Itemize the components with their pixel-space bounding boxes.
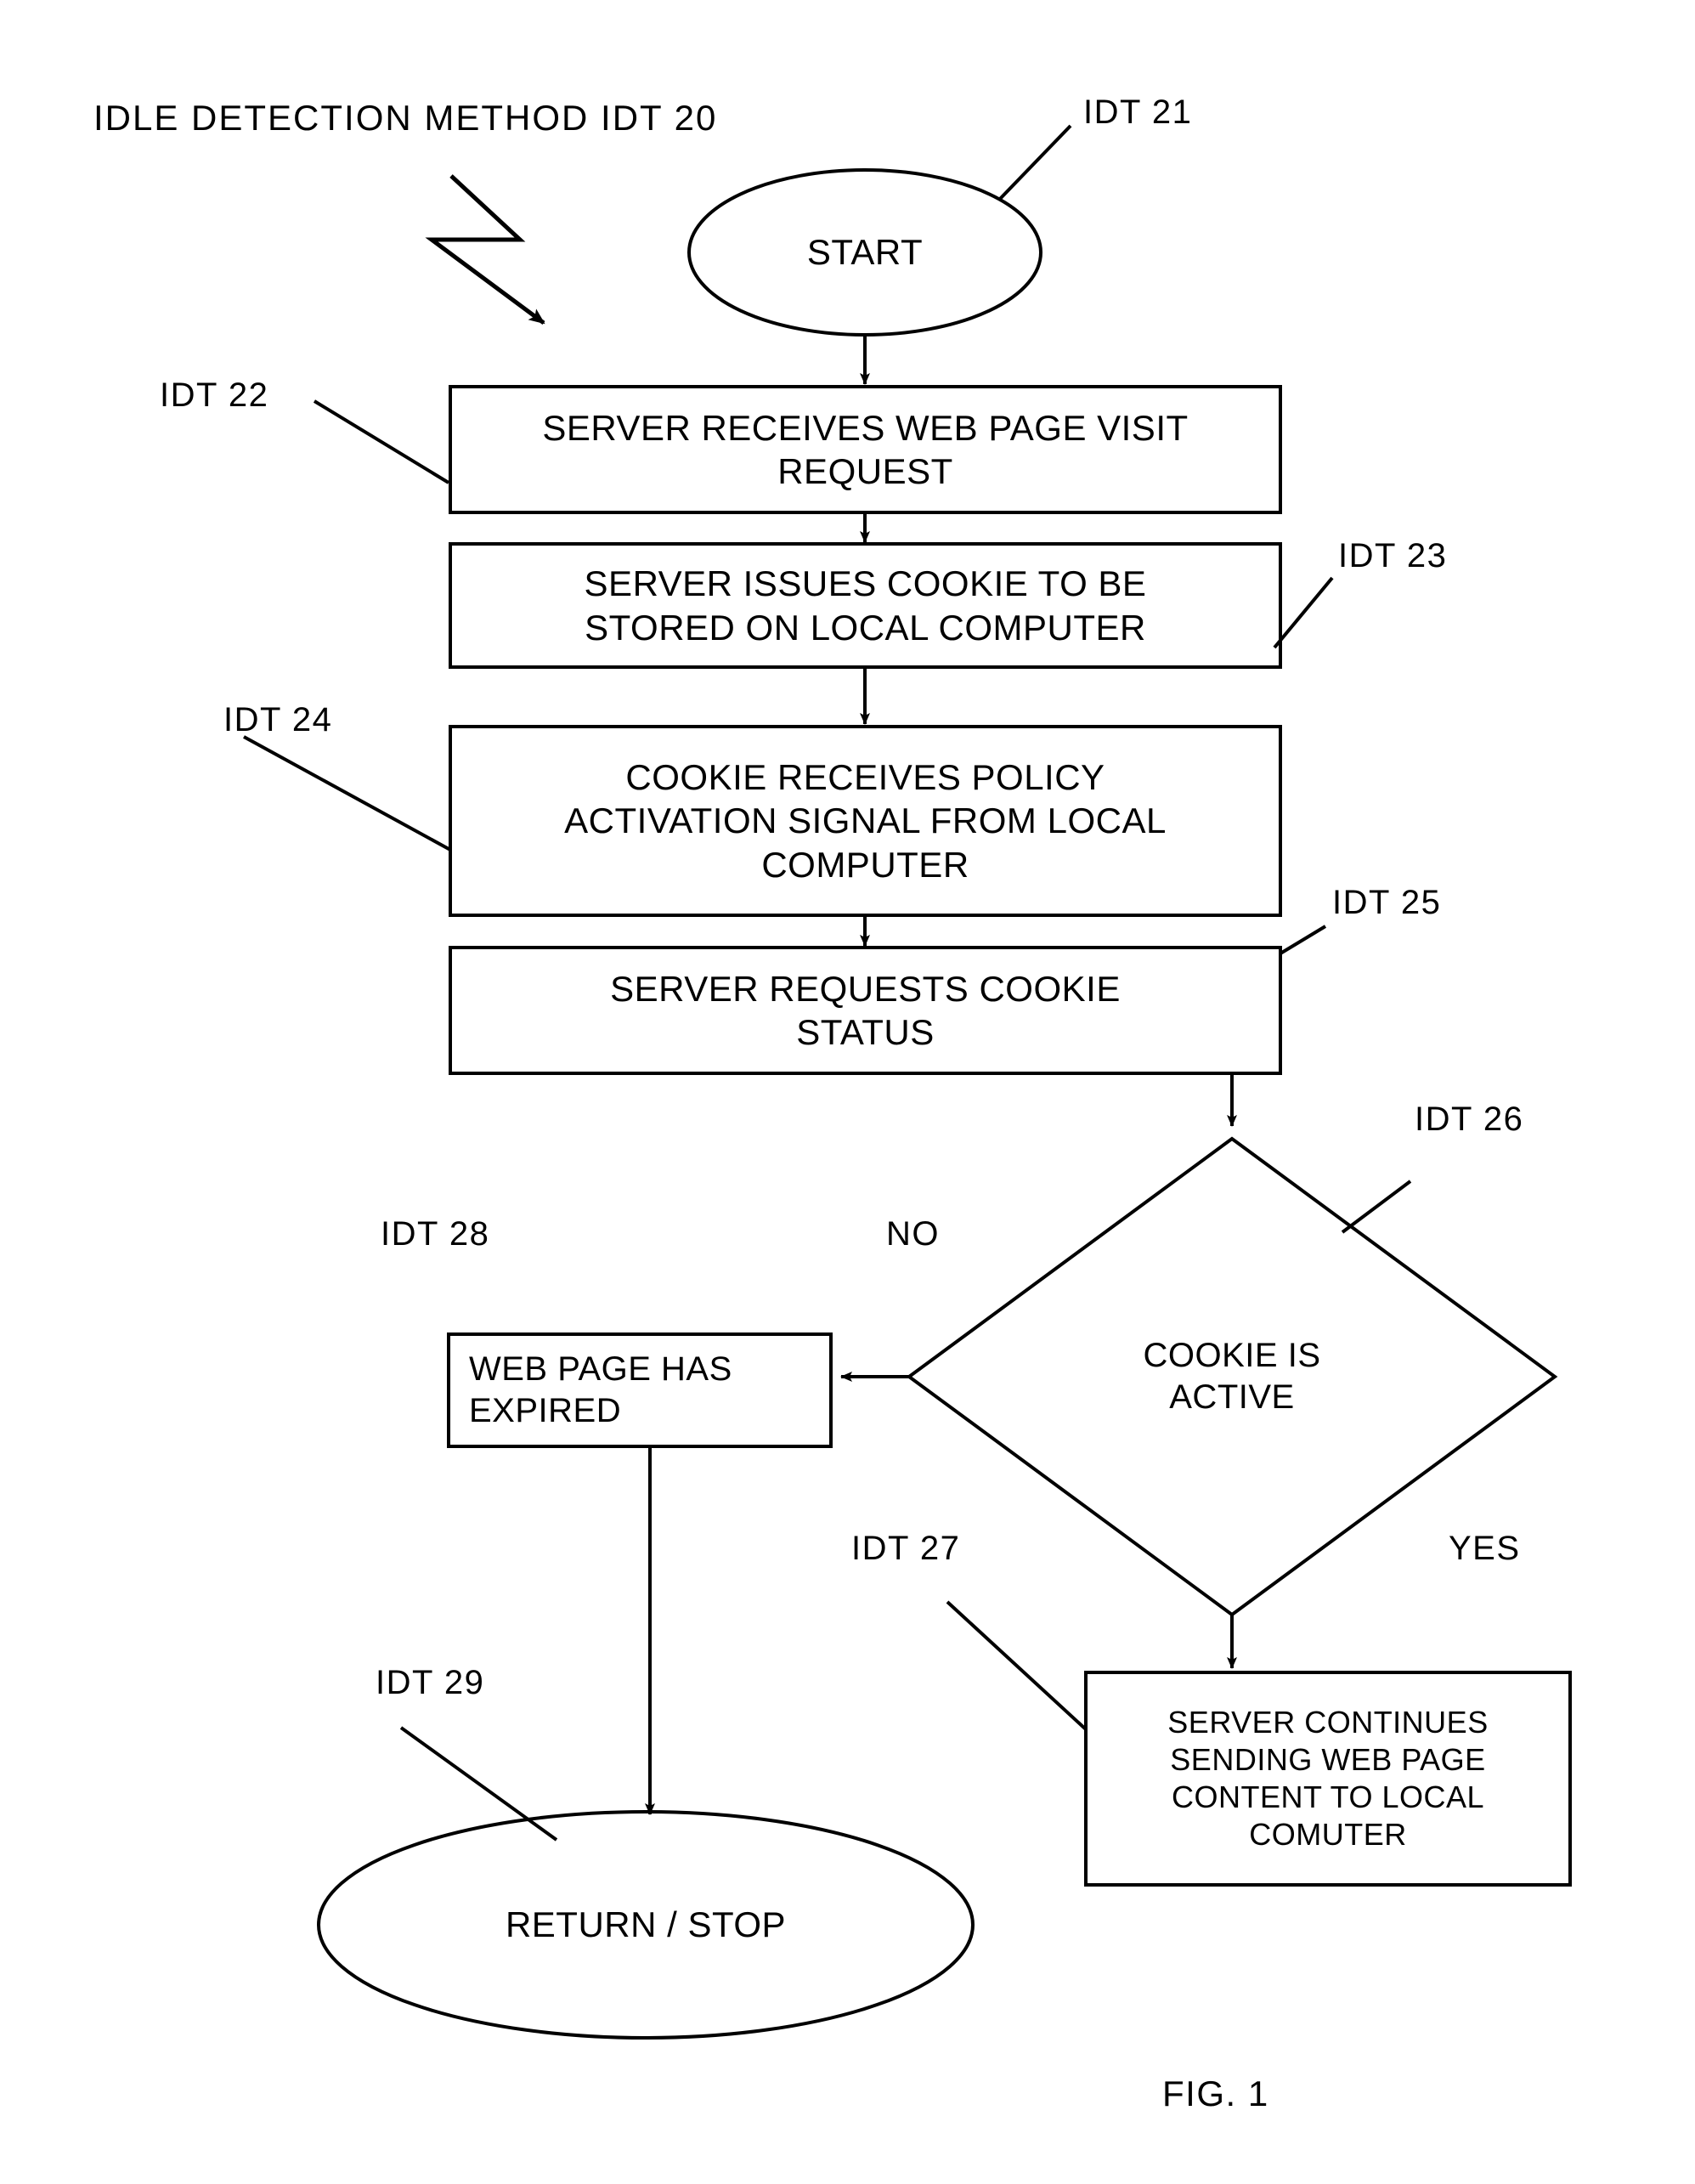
figure-title: IDLE DETECTION METHOD IDT 20 (93, 98, 718, 138)
leader-line-idt25 (1279, 925, 1327, 955)
leader-line-idt23 (1273, 576, 1334, 649)
leader-line-idt29 (399, 1726, 558, 1842)
figure-caption: FIG. 1 (1162, 2074, 1269, 2113)
ref-label-idt22: IDT 22 (160, 376, 269, 414)
node-label-policy-signal: COOKIE RECEIVES POLICY ACTIVATION SIGNAL… (564, 757, 1167, 885)
branch-label-yes: YES (1449, 1530, 1521, 1567)
ref-label-idt27: IDT 27 (851, 1530, 961, 1567)
leader-line-idt26 (1341, 1180, 1412, 1234)
patent-figure: IDLE DETECTION METHOD IDT 20 START IDT 2… (0, 0, 1695, 2184)
ref-label-idt29: IDT 29 (376, 1664, 485, 1701)
node-label-receive-request: SERVER RECEIVES WEB PAGE VISIT REQUEST (542, 407, 1189, 491)
node-label-request-status: SERVER REQUESTS COOKIE STATUS (610, 968, 1121, 1052)
branch-label-no: NO (886, 1215, 940, 1253)
ref-label-idt26: IDT 26 (1415, 1100, 1524, 1138)
leader-line-idt22 (313, 399, 450, 484)
ref-label-idt23: IDT 23 (1338, 537, 1448, 574)
node-label-issue-cookie: SERVER ISSUES COOKIE TO BE STORED ON LOC… (584, 563, 1147, 648)
ref-label-idt28: IDT 28 (381, 1215, 490, 1253)
ref-label-idt24: IDT 24 (223, 701, 333, 738)
node-label-cookie-active: COOKIE IS ACTIVE (1143, 1337, 1321, 1416)
leader-line-idt27 (946, 1600, 1088, 1731)
node-label-continue-sending: SERVER CONTINUES SENDING WEB PAGE CONTEN… (1167, 1705, 1489, 1852)
ref-label-idt21: IDT 21 (1083, 93, 1193, 131)
leader-line-idt24 (243, 735, 451, 852)
node-label-return-stop: RETURN / STOP (505, 1904, 787, 1945)
ref-label-idt25: IDT 25 (1332, 884, 1442, 921)
node-label-web-page-expired: WEB PAGE HAS EXPIRED (469, 1350, 732, 1429)
node-label-start: START (806, 232, 924, 273)
title-leader-arrow (425, 174, 545, 325)
